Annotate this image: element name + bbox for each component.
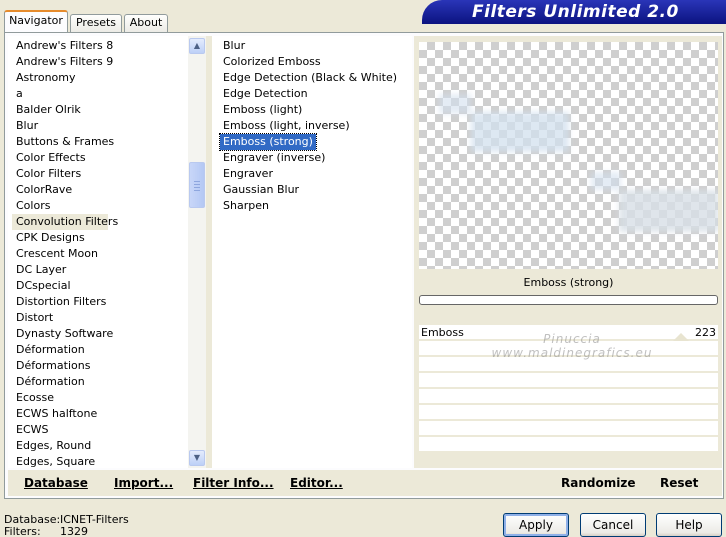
category-item[interactable]: Blur: [12, 118, 188, 134]
category-scrollbar[interactable]: ▲ ▼: [188, 36, 206, 468]
reset-button[interactable]: Reset: [660, 476, 698, 490]
filter-item[interactable]: Engraver (inverse): [220, 150, 328, 166]
category-item[interactable]: ColorRave: [12, 182, 188, 198]
parameter-value: 223: [695, 326, 716, 339]
randomize-button[interactable]: Randomize: [561, 476, 635, 490]
apply-button[interactable]: Apply: [503, 513, 569, 537]
category-item[interactable]: a: [12, 86, 188, 102]
category-item[interactable]: ECWS: [12, 422, 188, 438]
bottom-toolbar: Database Import... Filter Info... Editor…: [8, 470, 722, 496]
filter-item[interactable]: Engraver: [220, 166, 276, 182]
category-item[interactable]: Andrew's Filters 8: [12, 38, 188, 54]
filter-item[interactable]: Colorized Emboss: [220, 54, 324, 70]
grip-line: [194, 181, 200, 182]
filters-count-value: 1329: [60, 525, 88, 537]
import-button[interactable]: Import...: [114, 476, 173, 490]
category-item[interactable]: Balder Olrik: [12, 102, 188, 118]
category-item[interactable]: Buttons & Frames: [12, 134, 188, 150]
category-item[interactable]: Ecosse: [12, 390, 188, 406]
parameter-row[interactable]: [419, 405, 718, 421]
filter-item[interactable]: Emboss (light): [220, 102, 305, 118]
category-item[interactable]: Astronomy: [12, 70, 188, 86]
parameter-row[interactable]: [419, 389, 718, 405]
preview-blur-shape: [619, 190, 718, 232]
category-item[interactable]: Déformations: [12, 358, 188, 374]
parameter-row[interactable]: Emboss 223: [419, 325, 718, 341]
category-item[interactable]: Color Effects: [12, 150, 188, 166]
filter-item[interactable]: Gaussian Blur: [220, 182, 302, 198]
category-item[interactable]: DCspecial: [12, 278, 188, 294]
category-item[interactable]: Crescent Moon: [12, 246, 188, 262]
scroll-thumb[interactable]: [189, 162, 205, 208]
category-item[interactable]: Déformation: [12, 374, 188, 390]
filter-item[interactable]: Blur: [220, 38, 248, 54]
filter-item[interactable]: Sharpen: [220, 198, 272, 214]
status-info: Database:ICNET-Filters Filters: 1329: [4, 514, 129, 537]
tab-navigator[interactable]: Navigator: [4, 10, 68, 32]
category-item[interactable]: Edges, Square: [12, 454, 188, 470]
slider-marker-icon[interactable]: [673, 333, 689, 341]
parameter-row[interactable]: [419, 341, 718, 357]
scroll-down-button[interactable]: ▼: [189, 450, 205, 466]
category-item[interactable]: Andrew's Filters 9: [12, 54, 188, 70]
filter-info-button[interactable]: Filter Info...: [193, 476, 274, 490]
filter-item[interactable]: Emboss (strong): [219, 133, 317, 151]
category-item[interactable]: Dynasty Software: [12, 326, 188, 342]
category-list-panel: Andrew's Filters 8 Andrew's Filters 9 Astr…: [8, 36, 206, 468]
category-item[interactable]: ECWS halftone: [12, 406, 188, 422]
cancel-button[interactable]: Cancel: [580, 513, 646, 537]
filter-item[interactable]: Edge Detection: [220, 86, 311, 102]
parameter-row[interactable]: [419, 373, 718, 389]
parameter-list: Emboss 223: [419, 325, 718, 471]
category-item[interactable]: Distort: [12, 310, 188, 326]
filter-list-panel: Blur Colorized Emboss Edge Detection (Blac…: [212, 36, 412, 468]
preview-blur-shape: [591, 172, 621, 190]
parameter-row[interactable]: [419, 421, 718, 437]
preview-blur-shape: [439, 94, 471, 114]
preview-blur-shape: [471, 112, 569, 152]
parameter-row[interactable]: [419, 357, 718, 373]
category-list[interactable]: Andrew's Filters 8 Andrew's Filters 9 Astr…: [12, 38, 188, 470]
chevron-up-icon: ▲: [193, 41, 201, 50]
tab-about[interactable]: About: [124, 14, 168, 32]
category-item[interactable]: CPK Designs: [12, 230, 188, 246]
progress-bar: [419, 295, 718, 305]
app-banner-title: Filters Unlimited 2.0: [422, 0, 726, 24]
parameter-name: Emboss: [421, 326, 464, 339]
chevron-down-icon: ▼: [193, 453, 201, 462]
preview-panel: Emboss (strong) Emboss 223: [414, 36, 722, 468]
editor-button[interactable]: Editor...: [290, 476, 343, 490]
category-item[interactable]: Convolution Filters: [12, 214, 118, 230]
filter-item[interactable]: Emboss (light, inverse): [220, 118, 353, 134]
category-item[interactable]: Distortion Filters: [12, 294, 188, 310]
filters-count-label: Filters:: [4, 525, 41, 537]
category-item[interactable]: Colors: [12, 198, 188, 214]
category-item[interactable]: Edges, Round: [12, 438, 188, 454]
database-button[interactable]: Database: [24, 476, 88, 490]
category-item[interactable]: DC Layer: [12, 262, 188, 278]
grip-line: [194, 187, 200, 188]
help-button[interactable]: Help: [656, 513, 722, 537]
current-filter-name: Emboss (strong): [523, 276, 614, 289]
category-item[interactable]: Color Filters: [12, 166, 188, 182]
filter-item[interactable]: Edge Detection (Black & White): [220, 70, 400, 86]
grip-line: [194, 190, 200, 191]
preview-image[interactable]: [419, 42, 718, 269]
parameter-row[interactable]: [419, 437, 718, 453]
scroll-up-button[interactable]: ▲: [189, 38, 205, 54]
category-item[interactable]: Déformation: [12, 342, 188, 358]
filter-list[interactable]: Blur Colorized Emboss Edge Detection (Blac…: [219, 38, 400, 214]
grip-line: [194, 184, 200, 185]
tab-presets[interactable]: Presets: [70, 14, 122, 32]
